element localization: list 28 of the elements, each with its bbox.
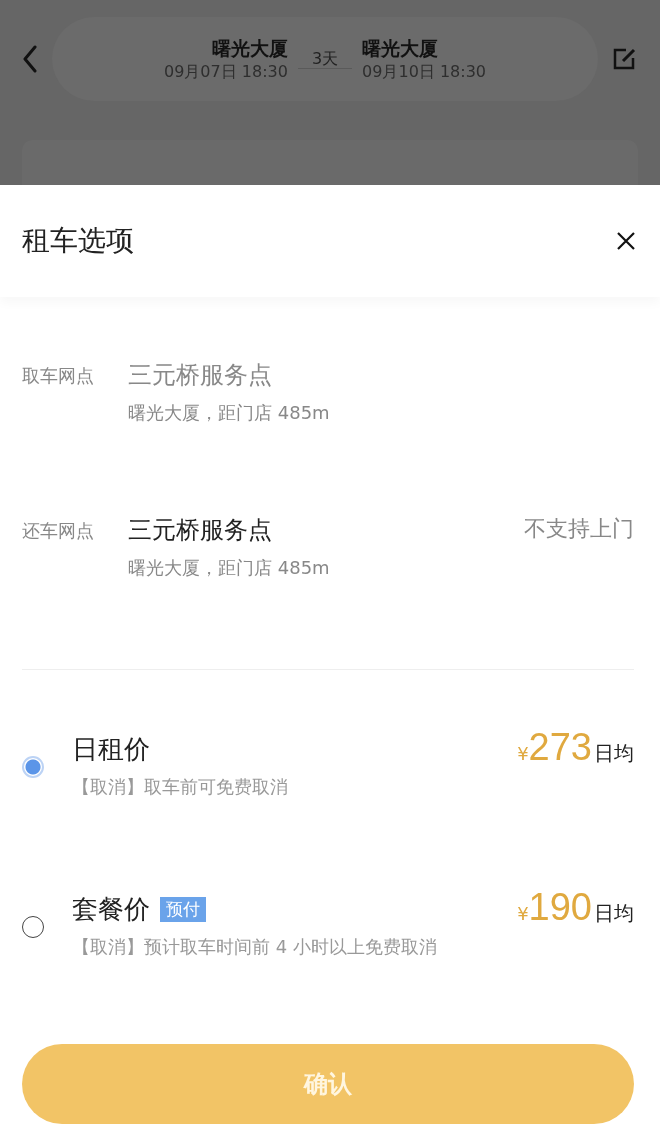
store-name: 三元桥服务点 xyxy=(128,515,273,546)
prepaid-tag: 预付 xyxy=(160,897,206,922)
location-label: 取车网点 xyxy=(22,364,95,388)
pickup-place: 曙光大厦 xyxy=(211,35,288,61)
sheet-title: 租车选项 xyxy=(22,223,134,259)
price-unit: 日均 xyxy=(594,740,634,767)
rental-duration: 3天 xyxy=(297,49,353,69)
return-place: 曙光大厦 xyxy=(362,35,440,61)
store-name: 三元桥服务点 xyxy=(128,360,273,391)
currency-symbol: ¥ xyxy=(517,743,529,764)
pickup-time: 09月07日 18:30 xyxy=(164,61,288,83)
edit-icon[interactable] xyxy=(612,47,638,71)
back-icon[interactable] xyxy=(22,45,38,73)
cancel-policy: 【取消】取车前可免费取消 xyxy=(72,775,289,799)
cancel-policy: 【取消】预计取车时间前 4 小时以上免费取消 xyxy=(72,935,438,959)
trip-summary[interactable]: 曙光大厦 09月07日 18:30 3天 曙光大厦 09月10日 18:30 xyxy=(52,17,598,101)
price-amount: 190 xyxy=(528,886,592,929)
price-option-name: 套餐价 xyxy=(72,893,150,926)
service-note: 不支持上门 xyxy=(524,515,634,543)
price-unit: 日均 xyxy=(594,900,634,927)
price-option-name: 日租价 xyxy=(72,733,150,766)
close-icon[interactable] xyxy=(616,231,636,251)
currency-symbol: ¥ xyxy=(517,903,529,924)
price-amount: 273 xyxy=(528,726,592,769)
return-time: 09月10日 18:30 xyxy=(362,61,486,83)
store-address: 曙光大厦，距门店 485m xyxy=(128,556,331,580)
store-address: 曙光大厦，距门店 485m xyxy=(128,401,331,425)
location-label: 还车网点 xyxy=(22,519,95,543)
